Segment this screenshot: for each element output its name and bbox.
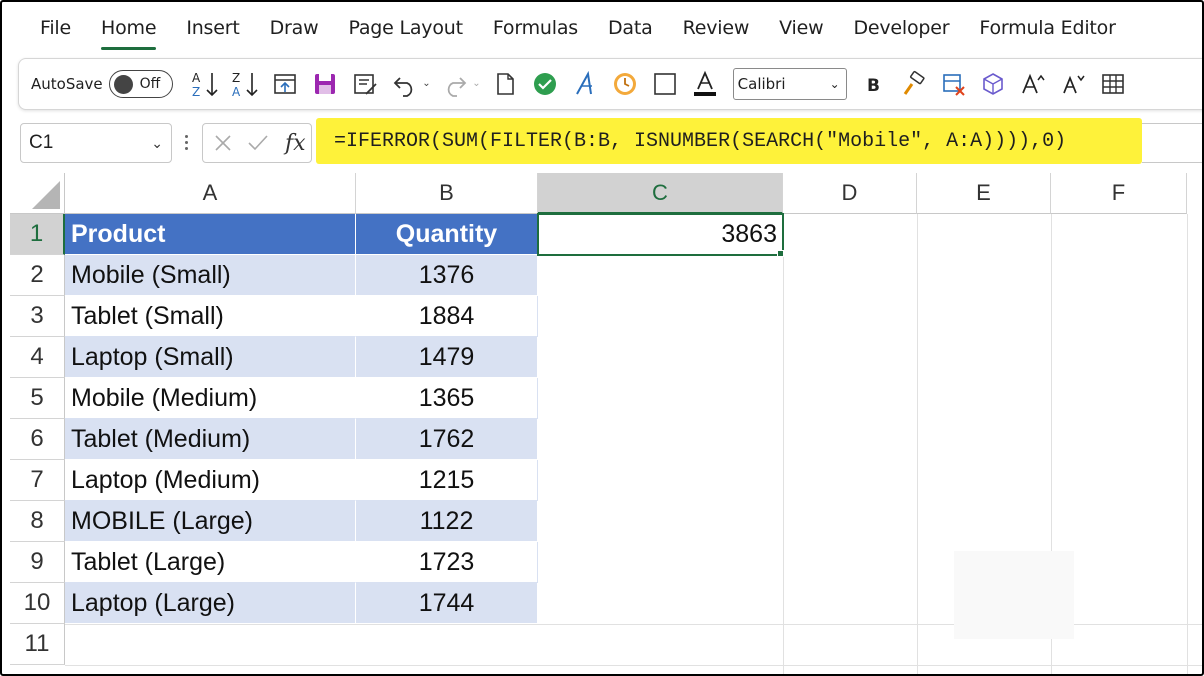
row-header-10[interactable]: 10 <box>10 583 65 624</box>
italic-a-icon[interactable] <box>567 66 603 102</box>
autosave-label: AutoSave <box>31 75 103 93</box>
select-all-corner[interactable] <box>10 173 65 214</box>
column-header-c[interactable]: C <box>538 173 783 214</box>
svg-text:Z: Z <box>192 85 200 99</box>
font-name-value: Calibri <box>737 75 786 93</box>
table-cell-quantity[interactable]: 1215 <box>356 460 538 501</box>
table-cell-quantity[interactable]: 1744 <box>356 583 538 624</box>
svg-text:B: B <box>867 76 880 96</box>
autosave-state: Off <box>139 76 161 92</box>
table-cell-product[interactable]: Laptop (Medium) <box>65 460 356 501</box>
column-header-a[interactable]: A <box>65 173 356 214</box>
row-header-1[interactable]: 1 <box>10 214 65 255</box>
undo-icon[interactable]: ⌄ <box>387 66 431 102</box>
menu-formulas[interactable]: Formulas <box>493 12 578 46</box>
cell-c1-active[interactable]: 3863 <box>537 213 784 256</box>
table-cell-quantity[interactable]: 1723 <box>356 542 538 583</box>
table-cell-product[interactable]: MOBILE (Large) <box>65 501 356 542</box>
enter-check-icon[interactable] <box>247 133 269 153</box>
row-header-11[interactable]: 11 <box>10 624 65 665</box>
column-header-b[interactable]: B <box>356 173 538 214</box>
table-cell-product[interactable]: Tablet (Small) <box>65 296 356 337</box>
table-cell-quantity[interactable]: 1884 <box>356 296 538 337</box>
3d-model-icon[interactable] <box>975 66 1011 102</box>
column-header-e[interactable]: E <box>917 173 1051 214</box>
redo-dropdown-icon[interactable]: ⌄ <box>472 78 480 89</box>
blank-overlay <box>954 551 1074 639</box>
table-cell-quantity[interactable]: 1479 <box>356 337 538 378</box>
formula-bar-grip[interactable] <box>182 132 190 156</box>
menu-insert[interactable]: Insert <box>186 12 239 46</box>
check-circle-icon[interactable] <box>527 66 563 102</box>
format-painter-icon[interactable] <box>895 66 931 102</box>
increase-font-icon[interactable] <box>1015 66 1051 102</box>
formula-buttons: fx <box>202 123 312 163</box>
menu-bar: File Home Insert Draw Page Layout Formul… <box>2 2 1202 56</box>
bold-icon[interactable]: B <box>855 66 891 102</box>
table-cell-quantity[interactable]: 1762 <box>356 419 538 460</box>
menu-view[interactable]: View <box>779 12 823 46</box>
formula-input-extension <box>1142 123 1202 163</box>
ribbon-toolbar: AutoSave Off AZ ZA ⌄ ⌄ Calibri ⌄ B <box>18 58 1202 110</box>
freeze-panes-icon[interactable] <box>267 66 303 102</box>
table-cell-product[interactable]: Tablet (Large) <box>65 542 356 583</box>
sort-descending-icon[interactable]: ZA <box>227 66 263 102</box>
redo-icon[interactable]: ⌄ <box>437 66 481 102</box>
form-icon[interactable] <box>347 66 383 102</box>
toggle-knob <box>113 74 133 94</box>
column-header-f[interactable]: F <box>1051 173 1187 214</box>
table-cell-product[interactable]: Tablet (Medium) <box>65 419 356 460</box>
table-icon[interactable] <box>1095 66 1131 102</box>
chevron-down-icon[interactable]: ⌄ <box>151 135 163 152</box>
table-cell-product[interactable]: Mobile (Small) <box>65 255 356 296</box>
svg-text:A: A <box>192 71 201 85</box>
new-file-icon[interactable] <box>487 66 523 102</box>
svg-text:Z: Z <box>232 71 240 85</box>
menu-formula-editor[interactable]: Formula Editor <box>979 12 1115 46</box>
clock-icon[interactable] <box>607 66 643 102</box>
sort-ascending-icon[interactable]: AZ <box>187 66 223 102</box>
border-icon[interactable] <box>647 66 683 102</box>
insert-function-icon[interactable]: fx <box>285 131 306 156</box>
clear-format-icon[interactable] <box>935 66 971 102</box>
row-header-9[interactable]: 9 <box>10 542 65 583</box>
row-header-3[interactable]: 3 <box>10 296 65 337</box>
menu-home[interactable]: Home <box>101 12 157 50</box>
font-color-icon[interactable] <box>687 66 723 102</box>
decrease-font-icon[interactable] <box>1055 66 1091 102</box>
chevron-down-icon: ⌄ <box>829 77 840 91</box>
autosave-toggle[interactable]: Off <box>108 70 173 98</box>
svg-text:A: A <box>232 85 241 99</box>
table-cell-quantity[interactable]: 1376 <box>356 255 538 296</box>
row-header-5[interactable]: 5 <box>10 378 65 419</box>
table-cell-quantity[interactable]: 1365 <box>356 378 538 419</box>
row-header-6[interactable]: 6 <box>10 419 65 460</box>
column-header-d[interactable]: D <box>783 173 917 214</box>
font-name-select[interactable]: Calibri ⌄ <box>732 68 847 100</box>
formula-input[interactable]: =IFERROR(SUM(FILTER(B:B, ISNUMBER(SEARCH… <box>316 118 1142 164</box>
undo-dropdown-icon[interactable]: ⌄ <box>422 78 430 89</box>
menu-page-layout[interactable]: Page Layout <box>348 12 463 46</box>
row-header-7[interactable]: 7 <box>10 460 65 501</box>
menu-data[interactable]: Data <box>608 12 653 46</box>
name-box-value: C1 <box>29 132 54 153</box>
table-cell-product[interactable]: Laptop (Small) <box>65 337 356 378</box>
cancel-icon[interactable] <box>213 133 233 153</box>
save-icon[interactable] <box>307 66 343 102</box>
table-cell-product[interactable]: Laptop (Large) <box>65 583 356 624</box>
menu-developer[interactable]: Developer <box>853 12 949 46</box>
menu-draw[interactable]: Draw <box>270 12 319 46</box>
cell-a1[interactable]: Product <box>65 214 356 255</box>
fill-handle[interactable] <box>777 250 784 257</box>
menu-review[interactable]: Review <box>683 12 750 46</box>
excel-window: File Home Insert Draw Page Layout Formul… <box>0 0 1204 676</box>
name-box[interactable]: C1 ⌄ <box>20 123 172 163</box>
row-header-8[interactable]: 8 <box>10 501 65 542</box>
menu-file[interactable]: File <box>40 12 71 46</box>
table-cell-quantity[interactable]: 1122 <box>356 501 538 542</box>
table-cell-product[interactable]: Mobile (Medium) <box>65 378 356 419</box>
row-header-4[interactable]: 4 <box>10 337 65 378</box>
row-header-2[interactable]: 2 <box>10 255 65 296</box>
cell-b1[interactable]: Quantity <box>356 214 538 255</box>
